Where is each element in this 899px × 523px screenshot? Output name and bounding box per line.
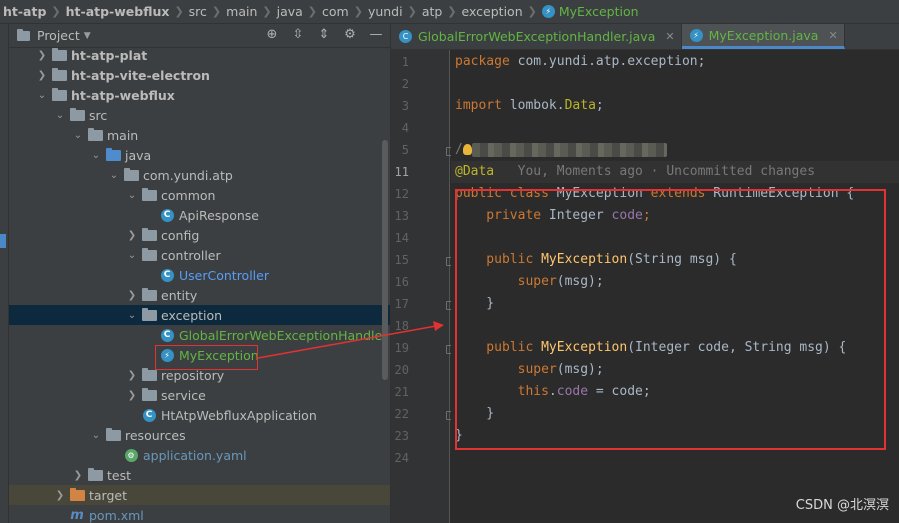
watermark: CSDN @北溟溟 [795,498,889,513]
annotation-arrow [257,321,444,359]
